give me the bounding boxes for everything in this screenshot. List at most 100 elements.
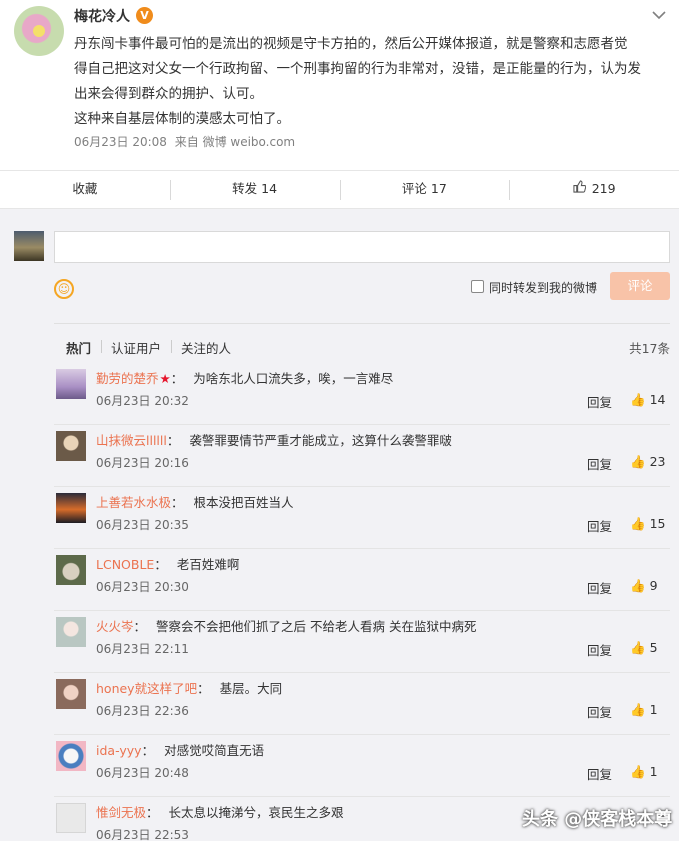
comment-time: 06月23日 20:48 xyxy=(96,766,189,780)
commenter-avatar[interactable] xyxy=(56,493,86,523)
commenter-avatar[interactable] xyxy=(56,803,86,833)
watermark: 头条 @侠客栈本尊 xyxy=(522,809,673,830)
comment-button[interactable]: 评论 17 xyxy=(339,171,510,208)
commenter-name[interactable]: 火火岑 xyxy=(96,619,134,634)
post-source[interactable]: 来自 微博 weibo.com xyxy=(175,135,295,149)
comment-text: 警察会不会把他们抓了之后 不给老人看病 关在监狱中病死 xyxy=(156,619,477,634)
current-user-avatar xyxy=(14,231,44,261)
comment-like-count: 23 xyxy=(649,454,666,469)
reply-button[interactable]: 回复 xyxy=(587,640,612,659)
comment-like-button[interactable]: 👍 15 xyxy=(630,516,665,532)
comment-time: 06月23日 20:16 xyxy=(96,456,189,470)
commenter-avatar[interactable] xyxy=(56,741,86,771)
commenter-avatar[interactable] xyxy=(56,555,86,585)
commenter-avatar[interactable] xyxy=(56,679,86,709)
comment-tabs: 热门 认证用户 关注的人 xyxy=(66,338,241,357)
post-text-line: 出来会得到群众的拥护、认可。 xyxy=(74,86,263,102)
thumbs-up-icon: 👍 xyxy=(630,578,646,593)
reply-button[interactable]: 回复 xyxy=(587,392,612,411)
comment-like-button[interactable]: 👍 14 xyxy=(630,392,665,408)
comment-text: 长太息以掩涕兮，哀民生之多艰 xyxy=(168,805,344,820)
like-button[interactable]: 219 xyxy=(509,171,679,208)
favorite-button[interactable]: 收藏 xyxy=(0,171,170,208)
commenter-avatar[interactable] xyxy=(56,369,86,399)
comment-text: 老百姓难啊 xyxy=(176,557,240,572)
comment-time: 06月23日 20:30 xyxy=(96,580,189,594)
comment-text: 根本没把百姓当人 xyxy=(193,495,294,510)
repost-button[interactable]: 转发 14 xyxy=(169,171,340,208)
reply-button[interactable]: 回复 xyxy=(587,516,612,535)
comment-item: LCNOBLE： 老百姓难啊 06月23日 20:30 回复 👍 9 xyxy=(54,549,670,611)
tab-hot[interactable]: 热门 xyxy=(66,338,101,357)
commenter-name[interactable]: ida-yyy xyxy=(96,743,142,758)
post-text: 丹东闯卡事件最可怕的是流出的视频是守卡方拍的，然后公开媒体报道，就是警察和志愿者… xyxy=(74,32,670,132)
comment-input[interactable] xyxy=(54,231,670,263)
commenter-avatar[interactable] xyxy=(56,431,86,461)
comment-like-button[interactable]: 👍 1 xyxy=(630,764,658,780)
comment-like-button[interactable]: 👍 1 xyxy=(630,702,658,718)
forward-checkbox[interactable] xyxy=(471,280,484,293)
commenter-name[interactable]: 山抹微云llllll xyxy=(96,433,167,448)
comment-item: honey就这样了吧： 基层。大同 06月23日 22:36 回复 👍 1 xyxy=(54,673,670,735)
comment-item: 勤劳的楚乔★： 为啥东北人口流失多，唉，一言难尽 06月23日 20:32 回复 … xyxy=(54,363,670,425)
reply-button[interactable]: 回复 xyxy=(587,764,612,783)
tab-verified-users[interactable]: 认证用户 xyxy=(101,338,171,357)
comment-time: 06月23日 22:11 xyxy=(96,642,189,656)
post-text-line: 得自己把这对父女一个行政拘留、一个刑事拘留的行为非常对，没错，是正能量的行为，认… xyxy=(74,61,641,77)
verified-badge-icon: V xyxy=(136,7,153,24)
thumbs-up-icon xyxy=(573,180,590,196)
post-text-line: 这种来自基层体制的漠感太可怕了。 xyxy=(74,111,290,127)
commenter-name[interactable]: 上善若水水极 xyxy=(96,495,171,510)
commenter-name[interactable]: 勤劳的楚乔 xyxy=(96,371,159,386)
comment-time: 06月23日 22:53 xyxy=(96,828,189,841)
comment-text: 基层。大同 xyxy=(219,681,283,696)
author-name[interactable]: 梅花冷人 xyxy=(74,6,130,26)
comment-time: 06月23日 22:36 xyxy=(96,704,189,718)
comment-like-button[interactable]: 👍 23 xyxy=(630,454,665,470)
submit-comment-button[interactable]: 评论 xyxy=(610,272,670,300)
reply-button[interactable]: 回复 xyxy=(587,454,612,473)
star-badge-icon: ★ xyxy=(159,371,171,386)
comments-section: ☺ 同时转发到我的微博 评论 热门 认证用户 关注的人 共17条 勤劳的楚乔★：… xyxy=(0,208,679,841)
comment-text: 袭警罪要情节严重才能成立，这算什么袭警罪啵 xyxy=(189,433,452,448)
thumbs-up-icon: 👍 xyxy=(630,454,646,469)
comment-like-count: 9 xyxy=(649,578,658,593)
thumbs-up-icon: 👍 xyxy=(630,764,646,779)
comment-item: 火火岑： 警察会不会把他们抓了之后 不给老人看病 关在监狱中病死 06月23日 2… xyxy=(54,611,670,673)
commenter-name[interactable]: 惟剑无极 xyxy=(96,805,146,820)
emoji-icon[interactable]: ☺ xyxy=(54,279,74,299)
comment-item: 山抹微云llllll： 袭警罪要情节严重才能成立，这算什么袭警罪啵 06月23日 … xyxy=(54,425,670,487)
comment-text: 对感觉哎简直无语 xyxy=(164,743,265,758)
reply-button[interactable]: 回复 xyxy=(587,578,612,597)
thumbs-up-icon: 👍 xyxy=(630,516,646,531)
comment-like-button[interactable]: 👍 9 xyxy=(630,578,658,594)
comment-like-count: 5 xyxy=(649,640,658,655)
reply-button[interactable]: 回复 xyxy=(587,702,612,721)
comment-item: ida-yyy： 对感觉哎简直无语 06月23日 20:48 回复 👍 1 xyxy=(54,735,670,797)
divider xyxy=(54,323,670,324)
like-count: 219 xyxy=(591,181,616,196)
author-avatar[interactable] xyxy=(14,6,64,56)
comment-text: 为啥东北人口流失多，唉，一言难尽 xyxy=(193,371,394,386)
chevron-down-icon[interactable] xyxy=(652,8,668,22)
comment-like-count: 1 xyxy=(649,764,658,779)
post-action-bar: 收藏 转发 14 评论 17 219 xyxy=(0,170,679,208)
weibo-post: 梅花冷人 V 丹东闯卡事件最可怕的是流出的视频是守卡方拍的，然后公开媒体报道，就… xyxy=(0,0,679,170)
comment-item: 上善若水水极： 根本没把百姓当人 06月23日 20:35 回复 👍 15 xyxy=(54,487,670,549)
thumbs-up-icon: 👍 xyxy=(630,702,646,717)
post-meta: 06月23日 20:08 来自 微博 weibo.com xyxy=(74,133,299,150)
commenter-avatar[interactable] xyxy=(56,617,86,647)
forward-label[interactable]: 同时转发到我的微博 xyxy=(489,279,597,296)
comment-time: 06月23日 20:32 xyxy=(96,394,189,408)
comment-total-count: 共17条 xyxy=(629,341,670,356)
commenter-name[interactable]: LCNOBLE xyxy=(96,557,154,572)
thumbs-up-icon: 👍 xyxy=(630,640,646,655)
post-text-line: 丹东闯卡事件最可怕的是流出的视频是守卡方拍的，然后公开媒体报道，就是警察和志愿者… xyxy=(74,36,628,52)
tab-following[interactable]: 关注的人 xyxy=(171,338,241,357)
comment-time: 06月23日 20:35 xyxy=(96,518,189,532)
comment-like-count: 15 xyxy=(649,516,666,531)
post-time[interactable]: 06月23日 20:08 xyxy=(74,135,167,149)
comment-like-button[interactable]: 👍 5 xyxy=(630,640,658,656)
commenter-name[interactable]: honey就这样了吧 xyxy=(96,681,197,696)
comment-like-count: 1 xyxy=(649,702,658,717)
